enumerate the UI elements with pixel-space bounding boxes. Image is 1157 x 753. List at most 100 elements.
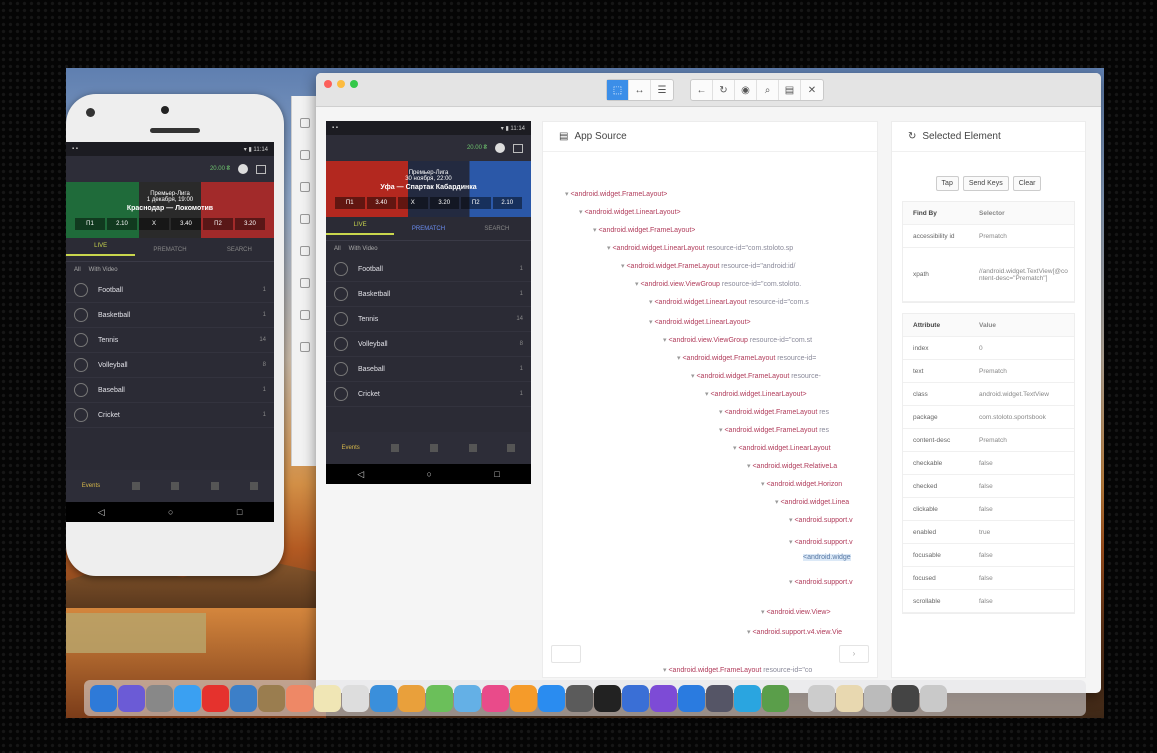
tree-node[interactable]: ▾ <android.widget.FrameLayout> [593, 226, 695, 234]
betslip-icon[interactable] [513, 143, 523, 153]
tree-node[interactable]: ▾ <android.widget.LinearLayout> [705, 390, 807, 398]
odd-value[interactable]: 2.10 [107, 217, 137, 230]
tree-node[interactable]: ▾ <android.widget.LinearLayout resource-… [649, 298, 809, 306]
dock-app-icon[interactable] [836, 684, 863, 712]
tree-node[interactable]: ▾ <android.widget.FrameLayout res [719, 408, 829, 416]
table-row[interactable]: package com.stoloto.sportsbook [903, 406, 1074, 429]
dock-app-icon[interactable] [622, 684, 649, 712]
tool-icon[interactable] [299, 342, 310, 352]
match-banner[interactable]: Премьер-Лига 1 декабря, 19:00 Краснодар … [66, 182, 274, 238]
odd-label[interactable]: П2 [461, 196, 491, 209]
tree-node[interactable]: ▾ <android.widget.FrameLayout resource-i… [621, 262, 796, 270]
list-item[interactable]: Baseball 1 [326, 357, 531, 382]
send-keys-button[interactable]: Send Keys [962, 176, 1009, 191]
odd-value[interactable]: 3.40 [171, 217, 201, 230]
tree-node[interactable]: ▾ <android.widget.RelativeLa [747, 462, 837, 470]
collapse-button[interactable] [551, 645, 581, 663]
dock-app-icon[interactable] [538, 684, 565, 712]
tree-node[interactable]: ▾ <android.widget.Linea [775, 498, 849, 506]
close-icon[interactable] [324, 80, 332, 88]
odd-label[interactable]: П1 [75, 217, 105, 230]
dock-app-icon[interactable] [174, 684, 201, 712]
tool-icon[interactable] [299, 278, 310, 288]
tool-icon[interactable] [299, 150, 310, 160]
dock-app-icon[interactable] [734, 684, 761, 712]
list-item[interactable]: Cricket 1 [66, 403, 274, 428]
nav-icon[interactable] [468, 444, 477, 452]
dock-app-icon[interactable] [286, 684, 313, 712]
dock-app-icon[interactable] [118, 684, 145, 712]
back-icon[interactable]: ◁ [98, 507, 105, 518]
record-icon[interactable]: ◉ [735, 80, 757, 100]
list-item[interactable]: Cricket 1 [326, 382, 531, 407]
match-banner[interactable]: Премьер-Лига 30 ноября, 22:00 Уфа — Спар… [326, 161, 531, 217]
tab-live[interactable]: LIVE [326, 222, 395, 235]
tab-live[interactable]: LIVE [66, 243, 136, 256]
tree-node[interactable]: ▾ <android.view.View> [761, 608, 831, 616]
dock-app-icon[interactable] [426, 684, 453, 712]
tool-icon[interactable] [299, 310, 310, 320]
tree-node[interactable]: <android.widge [803, 554, 851, 561]
tree-node[interactable]: ▾ <android.view.ViewGroup resource-id="c… [663, 336, 812, 344]
dock-app-icon[interactable] [342, 684, 369, 712]
table-row[interactable]: xpath //android.widget.TextView[@content-… [903, 248, 1074, 302]
tool-icon[interactable] [299, 246, 310, 256]
dock-app-icon[interactable] [594, 684, 621, 712]
refresh-icon[interactable]: ↻ [713, 80, 735, 100]
tree-node[interactable]: ▾ <android.widget.FrameLayout resource-i… [663, 666, 812, 674]
nav-icon[interactable] [171, 482, 180, 490]
recents-icon[interactable]: □ [494, 469, 499, 479]
nav-icon[interactable] [210, 482, 219, 490]
dock-app-icon[interactable] [258, 684, 285, 712]
tool-icon[interactable] [299, 118, 310, 128]
tree-node[interactable]: ▾ <android.widget.FrameLayout> [565, 190, 667, 198]
nav-icon[interactable] [390, 444, 399, 452]
tree-node[interactable]: ▾ <android.widget.LinearLayout> [649, 318, 751, 326]
scroll-right-button[interactable]: › [839, 645, 869, 663]
dock-app-icon[interactable] [146, 684, 173, 712]
dock-app-icon[interactable] [202, 684, 229, 712]
odd-value[interactable]: 3.20 [235, 217, 265, 230]
nav-events[interactable]: Events [82, 483, 100, 489]
table-row[interactable]: focused false [903, 567, 1074, 590]
profile-icon[interactable] [238, 164, 248, 174]
dock-app-icon[interactable] [762, 684, 789, 712]
dock-app-icon[interactable] [650, 684, 677, 712]
list-item[interactable]: Tennis 14 [326, 307, 531, 332]
nav-icon[interactable] [250, 482, 259, 490]
tree-node[interactable]: ▾ <android.support.v [789, 538, 853, 546]
table-row[interactable]: checkable false [903, 452, 1074, 475]
nav-events[interactable]: Events [341, 445, 359, 451]
betslip-icon[interactable] [256, 164, 266, 174]
tab-prematch[interactable]: PREMATCH [135, 247, 204, 253]
list-item[interactable]: Baseball 1 [66, 378, 274, 403]
odd-value[interactable]: 3.20 [429, 196, 459, 209]
nav-icon[interactable] [429, 444, 438, 452]
copy-icon[interactable]: ▤ [779, 80, 801, 100]
tap-mode-icon[interactable]: ☰ [651, 80, 673, 100]
list-item[interactable]: Basketball 1 [326, 282, 531, 307]
odd-label[interactable]: X [139, 217, 169, 230]
search-icon[interactable]: ⌕ [757, 80, 779, 100]
list-item[interactable]: Football 1 [326, 257, 531, 282]
clear-button[interactable]: Clear [1012, 176, 1042, 191]
tool-icon[interactable] [299, 182, 310, 192]
filter-video[interactable]: With Video [349, 246, 378, 252]
tree-node[interactable]: ▾ <android.widget.FrameLayout res [719, 426, 829, 434]
swipe-mode-icon[interactable]: ↔ [629, 80, 651, 100]
selector-cell[interactable]: Prematch [975, 231, 1074, 242]
table-row[interactable]: scrollable false [903, 590, 1074, 613]
dock-app-icon[interactable] [398, 684, 425, 712]
dock-app-icon[interactable] [314, 684, 341, 712]
list-item[interactable]: Basketball 1 [66, 303, 274, 328]
back-icon[interactable]: ◁ [357, 469, 364, 480]
quit-icon[interactable]: ✕ [801, 80, 823, 100]
tool-icon[interactable] [299, 214, 310, 224]
tree-node[interactable]: ▾ <android.widget.FrameLayout resource- [691, 372, 821, 380]
tree-node[interactable]: ▾ <android.widget.LinearLayout> [579, 208, 681, 216]
dock-app-icon[interactable] [808, 684, 835, 712]
table-row[interactable]: index 0 [903, 337, 1074, 360]
dock-app-icon[interactable] [90, 684, 117, 712]
back-icon[interactable]: ← [691, 80, 713, 100]
tree-node[interactable]: ▾ <android.widget.LinearLayout [733, 444, 831, 452]
